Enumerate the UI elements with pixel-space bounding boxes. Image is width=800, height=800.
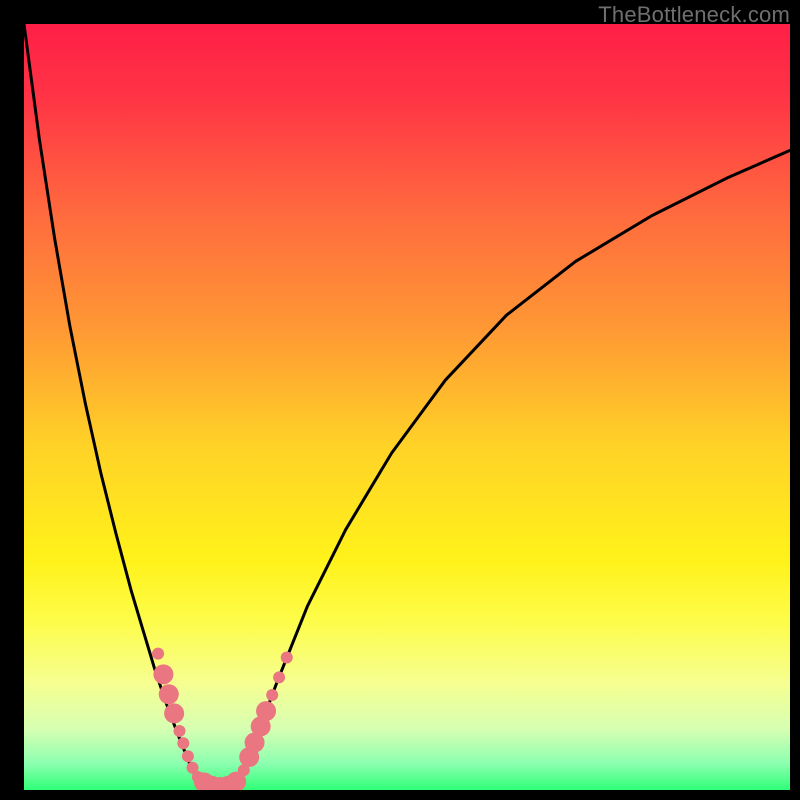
plot-area xyxy=(24,24,790,790)
chart-frame: TheBottleneck.com xyxy=(0,0,800,800)
data-marker xyxy=(177,737,189,749)
data-marker xyxy=(164,703,184,723)
watermark-text: TheBottleneck.com xyxy=(598,2,790,28)
gradient-background xyxy=(24,24,790,790)
data-marker xyxy=(182,750,194,762)
data-marker xyxy=(153,664,173,684)
data-marker xyxy=(273,671,285,683)
data-marker xyxy=(281,651,293,663)
data-marker xyxy=(159,684,179,704)
chart-svg xyxy=(24,24,790,790)
data-marker xyxy=(256,701,276,721)
data-marker xyxy=(266,689,278,701)
data-marker xyxy=(174,725,186,737)
data-marker xyxy=(152,648,164,660)
